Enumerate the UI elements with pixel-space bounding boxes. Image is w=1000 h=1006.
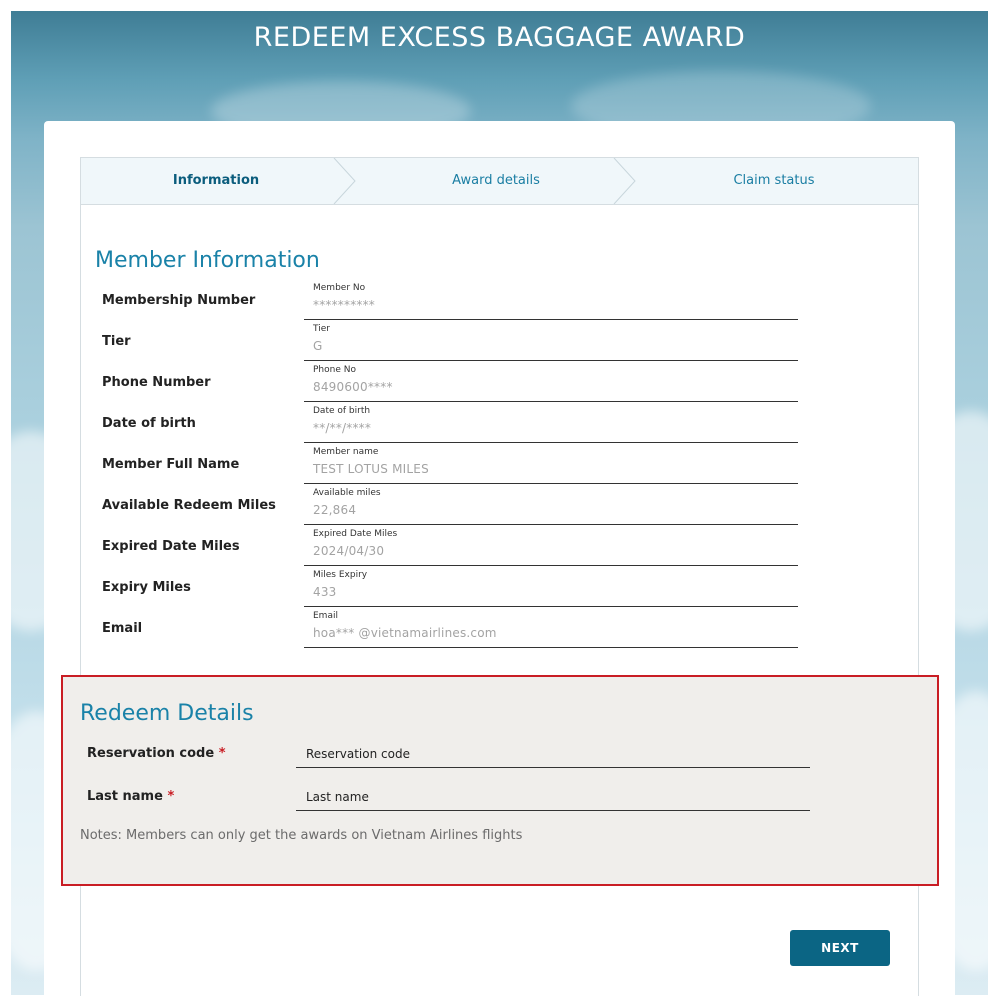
redeem-details-section: Redeem Details Reservation code * Last n… [61, 675, 939, 886]
field-value: **/**/**** [313, 421, 372, 435]
label-phone-number: Phone Number [102, 375, 211, 390]
membership-number-field: Member No ********** [304, 279, 798, 320]
last-name-label-text: Last name [87, 789, 163, 804]
field-caption: Miles Expiry [313, 570, 368, 580]
redeem-details-title: Redeem Details [80, 701, 254, 726]
label-date-of-birth: Date of birth [102, 416, 196, 431]
miles-expiry-field: Miles Expiry 433 [304, 566, 798, 607]
last-name-input[interactable] [296, 783, 810, 811]
email-field: Email hoa*** @vietnamairlines.com [304, 607, 798, 648]
field-value: 433 [313, 585, 337, 599]
field-value: G [313, 339, 323, 353]
reservation-code-input[interactable] [296, 740, 810, 768]
field-caption: Phone No [313, 365, 356, 375]
required-marker: * [218, 746, 226, 761]
field-value: 2024/04/30 [313, 544, 385, 558]
step-claim-status[interactable]: Claim status [634, 158, 914, 204]
available-miles-field: Available miles 22,864 [304, 484, 798, 525]
field-value: 22,864 [313, 503, 357, 517]
reservation-code-label-text: Reservation code [87, 746, 215, 761]
field-caption: Tier [313, 324, 330, 334]
step-divider-icon [333, 158, 356, 204]
required-marker: * [167, 789, 175, 804]
step-divider-icon [613, 158, 636, 204]
label-available-redeem-miles: Available Redeem Miles [102, 498, 276, 513]
label-email: Email [102, 621, 143, 636]
label-tier: Tier [102, 334, 131, 349]
last-name-label: Last name * [87, 789, 174, 804]
progress-steps: Information Award details Claim status [81, 158, 918, 205]
tier-field: Tier G [304, 320, 798, 361]
field-value: 8490600**** [313, 380, 393, 394]
redeem-notes: Notes: Members can only get the awards o… [80, 828, 523, 843]
label-member-full-name: Member Full Name [102, 457, 240, 472]
date-of-birth-field: Date of birth **/**/**** [304, 402, 798, 443]
next-button[interactable]: NEXT [790, 930, 890, 966]
step-award-details[interactable]: Award details [356, 158, 636, 204]
label-membership-number: Membership Number [102, 293, 256, 308]
field-value: hoa*** @vietnamairlines.com [313, 626, 497, 640]
label-expired-date-miles: Expired Date Miles [102, 539, 240, 554]
expired-date-miles-field: Expired Date Miles 2024/04/30 [304, 525, 798, 566]
field-caption: Date of birth [313, 406, 371, 416]
label-expiry-miles: Expiry Miles [102, 580, 191, 595]
field-caption: Email [313, 611, 338, 621]
member-name-field: Member name TEST LOTUS MILES [304, 443, 798, 484]
field-value: TEST LOTUS MILES [313, 462, 429, 476]
reservation-code-label: Reservation code * [87, 746, 226, 761]
step-information[interactable]: Information [81, 158, 351, 204]
field-caption: Member name [313, 447, 379, 457]
page-title: REDEEM EXCESS BAGGAGE AWARD [253, 22, 746, 53]
field-value: ********** [313, 298, 375, 312]
member-info-title: Member Information [95, 248, 320, 273]
field-caption: Expired Date Miles [313, 529, 398, 539]
phone-number-field: Phone No 8490600**** [304, 361, 798, 402]
field-caption: Available miles [313, 488, 381, 498]
field-caption: Member No [313, 283, 366, 293]
